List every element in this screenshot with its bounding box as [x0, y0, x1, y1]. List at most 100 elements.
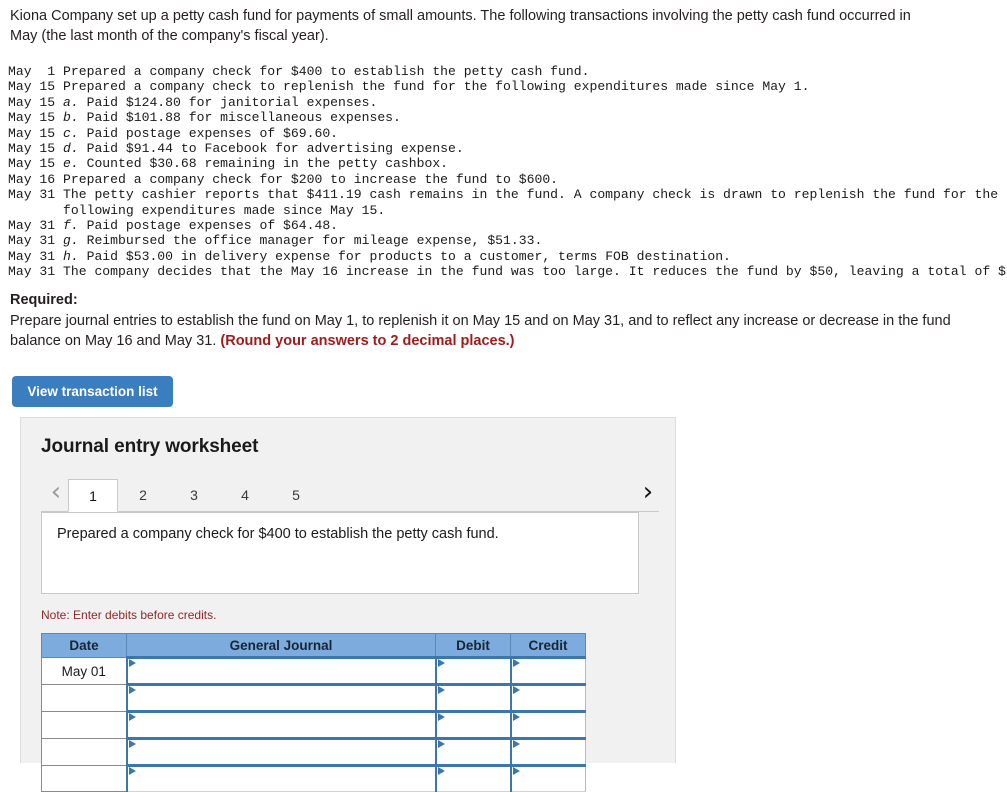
- journal-credit-cell[interactable]: [509, 737, 586, 766]
- journal-debit-cell[interactable]: [434, 737, 511, 766]
- transaction-line: May 15 Prepared a company check to reple…: [8, 79, 1007, 94]
- dropdown-marker-icon: [437, 686, 445, 694]
- journal-credit-cell[interactable]: [509, 710, 586, 739]
- worksheet-tab-3[interactable]: 3: [169, 479, 219, 512]
- transaction-date: May 15: [8, 156, 64, 172]
- transaction-text: Paid $124.80 for janitorial expenses.: [86, 94, 378, 110]
- column-header-general-journal: General Journal: [126, 633, 436, 658]
- transaction-text: Paid $53.00 in delivery expense for prod…: [86, 248, 731, 264]
- transaction-date: May 15: [8, 141, 64, 157]
- transaction-text: following expenditures made since May 15…: [63, 202, 386, 218]
- transaction-letter: e.: [63, 156, 79, 172]
- transaction-line: following expenditures made since May 15…: [8, 203, 1007, 218]
- worksheet-tab-label: 1: [89, 488, 97, 504]
- transaction-text: Prepared a company check for $200 to inc…: [63, 171, 559, 187]
- view-transaction-list-button[interactable]: View transaction list: [12, 376, 173, 407]
- dropdown-marker-icon: [128, 767, 136, 775]
- transaction-text: Prepared a company check for $400 to est…: [63, 64, 590, 79]
- journal-date-cell[interactable]: [41, 711, 127, 739]
- worksheet-tab-label: 2: [139, 487, 147, 503]
- transaction-line: May 15 c. Paid postage expenses of $69.6…: [8, 126, 1007, 141]
- transaction-line: May 16 Prepared a company check for $200…: [8, 172, 1007, 187]
- chevron-right-icon[interactable]: ›: [637, 477, 659, 507]
- journal-credit-cell[interactable]: [509, 656, 586, 685]
- worksheet-tab-5[interactable]: 5: [271, 479, 321, 512]
- journal-account-cell[interactable]: [125, 683, 436, 712]
- transaction-letter: b.: [63, 110, 79, 126]
- journal-debit-cell[interactable]: [434, 764, 511, 792]
- journal-credit-cell[interactable]: [509, 764, 586, 792]
- transaction-line: May 31 The company decides that the May …: [8, 264, 1007, 279]
- transaction-letter: a.: [63, 94, 79, 110]
- transaction-line: May 31 f. Paid postage expenses of $64.4…: [8, 218, 1007, 233]
- transaction-date: May 15: [8, 79, 64, 95]
- journal-account-cell[interactable]: [125, 710, 436, 739]
- transaction-text: Paid postage expenses of $69.60.: [86, 125, 339, 141]
- transaction-text: Paid $91.44 to Facebook for advertising …: [86, 141, 464, 157]
- transaction-date: May 1: [8, 64, 64, 79]
- table-row: [41, 710, 586, 739]
- journal-entry-table: Date General Journal Debit Credit May 01: [41, 633, 586, 792]
- transaction-letter: g.: [63, 233, 79, 249]
- journal-entry-worksheet-panel: Journal entry worksheet ‹ › 1 2 3 4 5 Prepar…: [20, 417, 676, 792]
- debits-before-credits-note: Note: Enter debits before credits.: [41, 608, 217, 622]
- journal-credit-cell[interactable]: [509, 683, 586, 712]
- required-section: Required: Prepare journal entries to est…: [10, 290, 960, 352]
- transaction-line: May 1 Prepared a company check for $400 …: [8, 64, 1007, 79]
- dropdown-marker-icon: [437, 713, 445, 721]
- transaction-line: May 31 g. Reimbursed the office manager …: [8, 233, 1007, 248]
- transaction-date: May 15: [8, 125, 64, 141]
- journal-account-cell[interactable]: [125, 764, 436, 792]
- dropdown-marker-icon: [128, 659, 136, 667]
- dropdown-marker-icon: [512, 740, 520, 748]
- worksheet-prompt-box: Prepared a company check for $400 to est…: [41, 512, 639, 594]
- required-emphasis: (Round your answers to 2 decimal places.…: [220, 333, 515, 349]
- dropdown-marker-icon: [512, 767, 520, 775]
- transaction-date: May 15: [8, 94, 64, 110]
- transaction-text: Prepared a company check to replenish th…: [63, 79, 810, 95]
- worksheet-title: Journal entry worksheet: [41, 436, 259, 457]
- transaction-text: The company decides that the May 16 incr…: [63, 264, 1007, 280]
- column-header-debit: Debit: [435, 633, 511, 658]
- transaction-list: May 1 Prepared a company check for $400 …: [8, 64, 1007, 280]
- dropdown-marker-icon: [437, 659, 445, 667]
- transaction-date: May 31: [8, 248, 64, 264]
- transaction-text: The petty cashier reports that $411.19 c…: [63, 187, 999, 203]
- journal-debit-cell[interactable]: [434, 656, 511, 685]
- chevron-left-icon[interactable]: ‹: [45, 477, 67, 507]
- journal-account-cell[interactable]: [125, 656, 436, 685]
- transaction-text: Paid $101.88 for miscellaneous expenses.: [86, 110, 401, 126]
- dropdown-marker-icon: [512, 713, 520, 721]
- worksheet-tab-1[interactable]: 1: [68, 479, 118, 512]
- worksheet-tab-label: 5: [292, 487, 300, 503]
- dropdown-marker-icon: [512, 686, 520, 694]
- journal-date-cell[interactable]: [41, 738, 127, 766]
- worksheet-tab-2[interactable]: 2: [118, 479, 168, 512]
- transaction-letter: c.: [63, 125, 79, 141]
- transaction-letter: h.: [63, 248, 79, 264]
- column-header-credit: Credit: [510, 633, 586, 658]
- transaction-date: [8, 203, 63, 218]
- transaction-letter: f.: [63, 218, 79, 234]
- table-row: [41, 764, 586, 792]
- table-row: [41, 683, 586, 712]
- transaction-text: Counted $30.68 remaining in the petty ca…: [86, 156, 449, 172]
- transaction-line: May 15 b. Paid $101.88 for miscellaneous…: [8, 110, 1007, 125]
- worksheet-tab-4[interactable]: 4: [220, 479, 270, 512]
- dropdown-marker-icon: [512, 659, 520, 667]
- transaction-date: May 31: [8, 187, 64, 203]
- journal-debit-cell[interactable]: [434, 683, 511, 712]
- journal-date-cell[interactable]: [41, 765, 127, 792]
- journal-date-cell[interactable]: May 01: [41, 657, 127, 685]
- table-header-row: Date General Journal Debit Credit: [41, 633, 586, 658]
- worksheet-prompt-text: Prepared a company check for $400 to est…: [57, 526, 499, 542]
- transaction-date: May 31: [8, 218, 64, 234]
- dropdown-marker-icon: [128, 713, 136, 721]
- worksheet-tab-label: 4: [241, 487, 249, 503]
- journal-account-cell[interactable]: [125, 737, 436, 766]
- journal-debit-cell[interactable]: [434, 710, 511, 739]
- transaction-line: May 31 h. Paid $53.00 in delivery expens…: [8, 249, 1007, 264]
- transaction-date: May 31: [8, 264, 64, 280]
- journal-date-cell[interactable]: [41, 684, 127, 712]
- transaction-line: May 31 The petty cashier reports that $4…: [8, 187, 1007, 202]
